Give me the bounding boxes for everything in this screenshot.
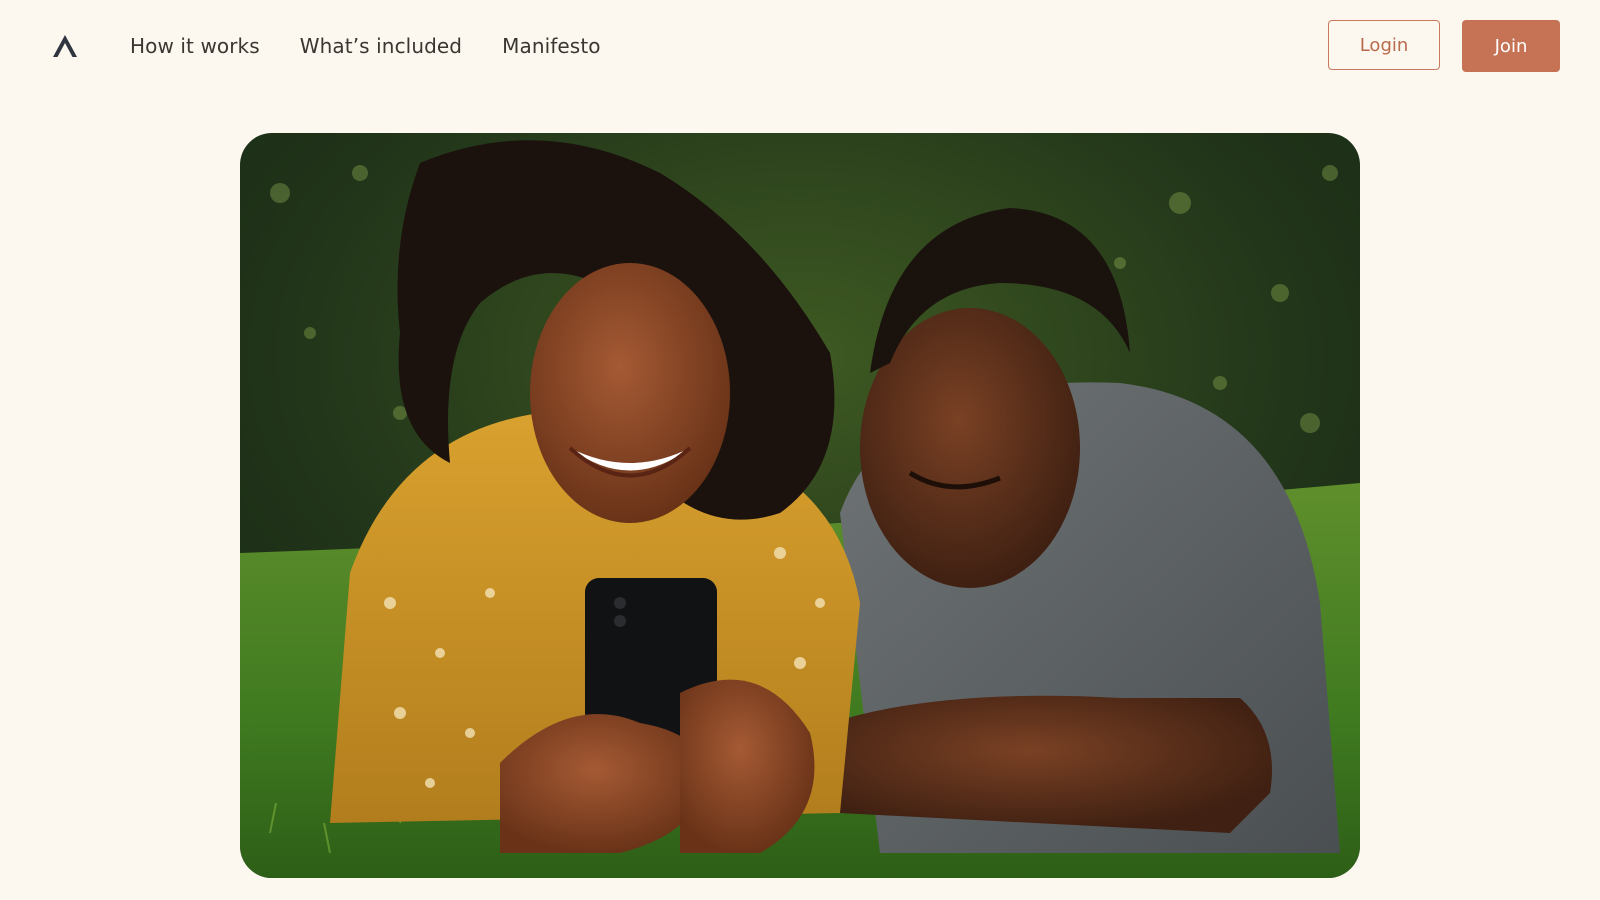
- nav-link-whats-included[interactable]: What’s included: [300, 31, 462, 61]
- hero-photo: [240, 133, 1360, 878]
- primary-nav: How it works What’s included Manifesto: [130, 31, 601, 61]
- top-navigation: How it works What’s included Manifesto L…: [0, 0, 1600, 92]
- hero-photo-illustration: [240, 133, 1360, 878]
- nav-link-manifesto[interactable]: Manifesto: [502, 31, 601, 61]
- triangle-logo-icon[interactable]: [52, 33, 78, 59]
- login-button[interactable]: Login: [1328, 20, 1440, 70]
- nav-link-how-it-works[interactable]: How it works: [130, 31, 260, 61]
- join-button[interactable]: Join: [1462, 20, 1560, 72]
